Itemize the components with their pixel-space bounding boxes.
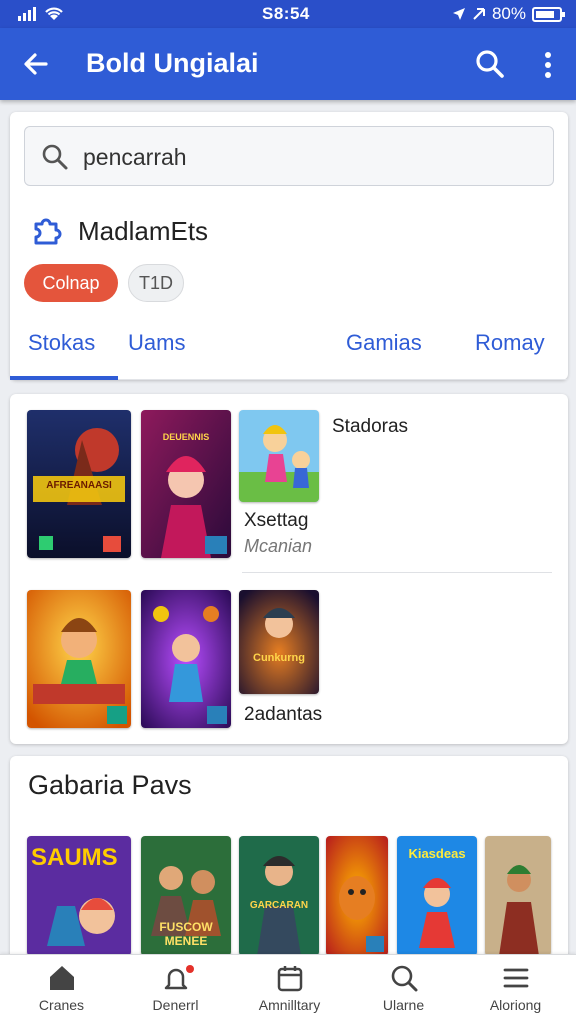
tab-gamias[interactable]: Gamias	[346, 330, 422, 356]
nav-label: Denerrl	[152, 997, 199, 1013]
more-options-icon[interactable]	[538, 50, 558, 80]
arrow-icon	[473, 8, 485, 20]
tile-text: Cunkurng	[253, 652, 305, 664]
back-arrow-icon[interactable]	[20, 48, 52, 80]
bottom-nav: Cranes Denerrl Amnilltary Ularne Alorion…	[0, 954, 576, 1024]
game-tile[interactable]: FUSCOW MENEE	[141, 836, 231, 956]
nav-item-ularne[interactable]: Ularne	[346, 963, 461, 1013]
gallery-heading: Gabaria Pavs	[28, 770, 192, 800]
tab-indicator	[10, 376, 118, 380]
nav-item-aloriong[interactable]: Aloriong	[458, 963, 573, 1013]
filter-chips: Colnap T1D	[24, 264, 184, 302]
nav-label: Cranes	[38, 997, 85, 1013]
location-icon	[452, 8, 465, 20]
search-card: MadlamEts Colnap T1D Stokas Uams Gamias …	[10, 112, 568, 380]
notification-dot	[186, 965, 194, 973]
game-tile[interactable]	[485, 836, 551, 956]
game-tile[interactable]	[326, 836, 388, 956]
wifi-icon	[45, 7, 63, 20]
divider	[242, 572, 552, 573]
game-tile[interactable]: Kiasdeas	[397, 836, 477, 956]
section-title: MadlamEts	[78, 215, 209, 246]
tile-text: GARCARAN	[249, 900, 309, 911]
game-tile[interactable]	[27, 590, 131, 728]
nav-label: Amnilltary	[258, 997, 321, 1013]
battery-icon	[532, 6, 565, 22]
item-title: Xsettag	[244, 510, 309, 531]
search-icon	[42, 144, 68, 170]
page-title: Bold Ungialai	[86, 48, 259, 78]
chip-inactive[interactable]: T1D	[128, 264, 184, 302]
search-box[interactable]	[24, 126, 554, 186]
featured-card: AFREANAASI DEUENNIS Stadoras Xsettag Mca…	[10, 394, 568, 744]
game-tile[interactable]: AFREANAASI	[27, 410, 131, 558]
search-icon[interactable]	[474, 48, 506, 80]
nav-item-amnilltary[interactable]: Amnilltary	[232, 963, 347, 1013]
calendar-icon	[277, 966, 302, 992]
status-right: 80%	[452, 4, 565, 24]
app-bar: Bold Ungialai	[0, 28, 576, 100]
signal-icon	[18, 7, 36, 21]
game-tile[interactable]: SAUMS	[27, 836, 131, 956]
game-tile[interactable]	[239, 410, 319, 502]
search-icon	[391, 965, 417, 992]
chip-active[interactable]: Colnap	[24, 264, 118, 302]
item-subtitle: Mcanian	[244, 536, 313, 556]
game-tile[interactable]: DEUENNIS	[141, 410, 231, 558]
item-title: 2adantas	[244, 704, 323, 725]
nav-item-denerrl[interactable]: Denerrl	[118, 963, 233, 1013]
search-input[interactable]	[83, 140, 533, 174]
nav-label: Aloriong	[489, 997, 542, 1013]
game-tile[interactable]: Cunkurng	[239, 590, 319, 694]
tile-text: DEUENNIS	[162, 432, 210, 442]
tile-text: SAUMS	[31, 844, 118, 871]
tile-text: AFREANAASI	[46, 480, 112, 491]
tab-stokas[interactable]: Stokas	[28, 330, 95, 356]
game-tile[interactable]: GARCARAN	[239, 836, 319, 956]
featured-title: Stadoras	[332, 416, 409, 437]
section-header: MadlamEts	[30, 214, 208, 248]
tab-romay[interactable]: Romay	[475, 330, 545, 356]
battery-percent: 80%	[491, 4, 526, 23]
puzzle-icon	[34, 218, 62, 245]
status-indicators	[18, 5, 64, 21]
home-icon	[49, 966, 74, 990]
nav-item-cranes[interactable]: Cranes	[4, 963, 119, 1013]
status-time: S8:54	[262, 4, 310, 23]
tile-text: Kiasdeas	[408, 846, 466, 861]
menu-icon	[503, 968, 528, 988]
tab-bar: Stokas Uams Gamias Romay	[10, 318, 568, 380]
game-tile[interactable]	[141, 590, 231, 728]
nav-label: Ularne	[382, 997, 425, 1013]
tab-uams[interactable]: Uams	[128, 330, 185, 356]
status-bar: S8:54 80%	[0, 0, 576, 28]
tile-text: FUSCOW MENEE	[159, 920, 213, 948]
